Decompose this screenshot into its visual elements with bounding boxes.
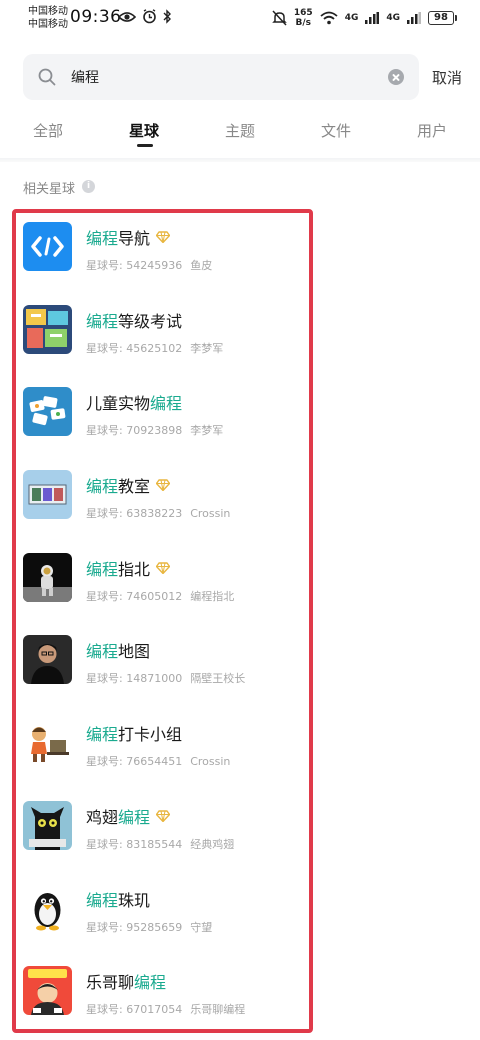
bluetooth-icon	[163, 9, 171, 24]
speed-value: 165	[293, 8, 313, 18]
speed-unit: B/s	[295, 18, 312, 28]
tab-planets[interactable]: 星球	[129, 120, 159, 141]
alarm-icon	[143, 9, 156, 24]
highlight-frame	[12, 209, 313, 1033]
carrier-labels: 中国移动 中国移动	[28, 5, 68, 31]
network-speed: 165 B/s	[294, 8, 313, 28]
carrier-2: 中国移动	[28, 19, 68, 30]
wifi-icon	[320, 11, 338, 25]
search-bar[interactable]	[23, 54, 419, 100]
tab-files[interactable]: 文件	[321, 120, 351, 141]
tab-bar: 全部 星球 主题 文件 用户	[0, 110, 480, 158]
search-input[interactable]	[71, 64, 371, 90]
status-icons-right: 165 B/s 4G 4G 98	[272, 8, 457, 28]
active-tab-indicator	[137, 144, 153, 147]
cancel-button[interactable]: 取消	[432, 67, 462, 88]
tab-topics[interactable]: 主题	[225, 120, 255, 141]
carrier-1: 中国移动	[28, 6, 68, 17]
status-icons-left	[118, 9, 172, 24]
tab-all[interactable]: 全部	[33, 120, 63, 141]
tab-users[interactable]: 用户	[417, 120, 447, 141]
signal-bars-icon	[365, 12, 380, 24]
mute-bell-icon	[272, 10, 287, 26]
signal-2-label: 4G	[386, 13, 400, 23]
status-bar: 中国移动 中国移动 09:36 165 B/s 4G 4G 98	[0, 0, 480, 40]
signal-bars-icon	[407, 12, 421, 24]
clear-icon[interactable]	[388, 69, 404, 85]
clock: 09:36	[70, 7, 122, 27]
tabs-divider	[0, 158, 480, 162]
info-icon[interactable]: i	[82, 180, 95, 193]
battery-icon: 98	[428, 11, 457, 25]
eye-icon	[118, 11, 136, 22]
section-title: 相关星球	[23, 182, 76, 197]
search-icon	[38, 68, 56, 86]
signal-1-label: 4G	[344, 13, 359, 23]
